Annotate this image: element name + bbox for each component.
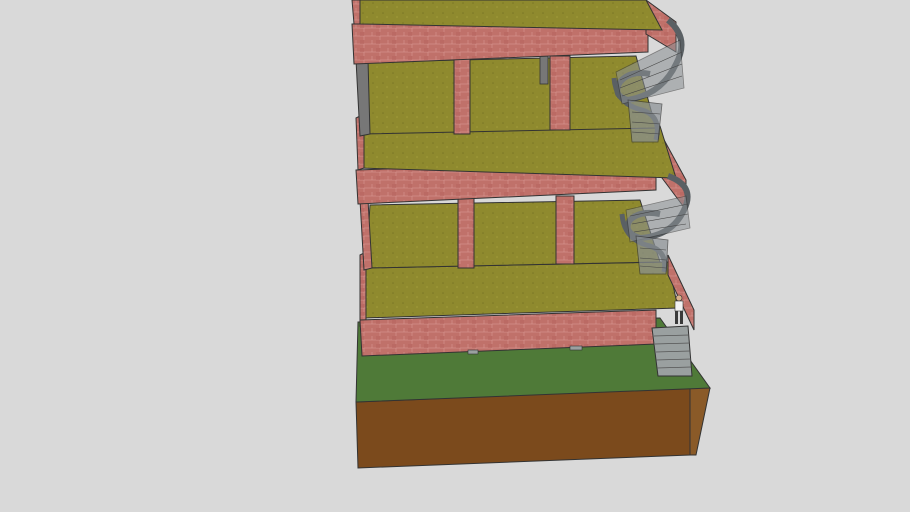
straight-stairs-icon: [651, 325, 693, 377]
level-2-column-left: [457, 197, 475, 269]
level-3-rear-wall: [351, 0, 361, 25]
level-3-column-left: [453, 57, 471, 135]
level-2-floor-under: [365, 199, 661, 269]
level-3-floor-under: [361, 55, 657, 135]
level-3-column-back: [539, 55, 549, 85]
level-3-column-right: [549, 55, 571, 131]
footing-1: [467, 349, 479, 355]
footing-2: [569, 345, 583, 351]
soil-side-face: [689, 387, 711, 456]
terraced-building-model: [351, 0, 711, 469]
sketchup-model-viewport[interactable]: [0, 0, 910, 512]
level-1-floor: [363, 261, 679, 319]
human-figure-icon: [674, 294, 684, 324]
level-2-column-right: [555, 195, 575, 265]
